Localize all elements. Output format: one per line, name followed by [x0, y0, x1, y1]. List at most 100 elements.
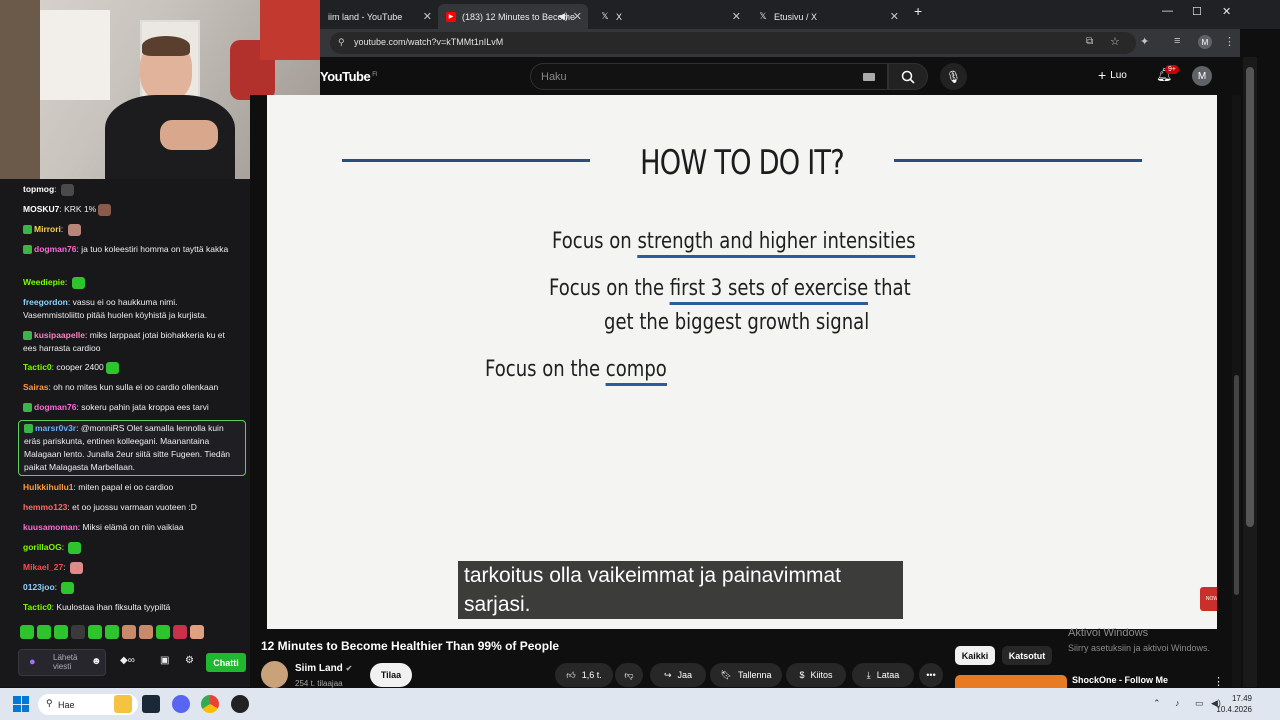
recommendation-menu-icon[interactable]: ⋮ — [1213, 675, 1224, 688]
extensions-icon[interactable]: ✦ — [1140, 35, 1149, 48]
tab-siim-land[interactable]: iim land - YouTube ✕ — [320, 4, 438, 29]
windows-start-icon[interactable] — [13, 696, 29, 712]
chip-watched[interactable]: Katsotut — [1002, 646, 1052, 665]
voice-search-button[interactable]: 🎙︎ — [940, 63, 967, 90]
slide-line-2: Focus on the first 3 sets of exercise th… — [549, 276, 911, 305]
recommendation-thumbnail[interactable] — [955, 675, 1067, 689]
taskbar-clock[interactable]: 17.49 10.4.2026 — [1216, 693, 1252, 715]
close-icon[interactable]: ✕ — [573, 10, 582, 23]
create-button[interactable]: + Luo — [1098, 67, 1127, 83]
obs-icon[interactable] — [231, 695, 249, 713]
share-button[interactable]: ↪ Jaa — [650, 663, 706, 687]
more-actions-button[interactable]: ••• — [919, 663, 943, 687]
chat-message: Sairas: oh no mites kun sulla ei oo card… — [23, 382, 219, 392]
tab-etusivu-x[interactable]: 𝕏 Etusivu / X ✕ — [750, 4, 905, 29]
chat-text: sokeru pahin jata kroppa ees tarvi — [81, 402, 209, 412]
close-icon[interactable]: ✕ — [732, 10, 741, 23]
keyboard-icon[interactable] — [863, 73, 875, 81]
region-code: FI — [372, 71, 377, 78]
youtube-logo[interactable]: YouTube FI — [320, 69, 377, 84]
chat-username[interactable]: marsr0v3r — [35, 423, 76, 433]
chat-text: cooper 2400 — [56, 362, 104, 372]
chat-username[interactable]: Sairas — [23, 382, 49, 392]
tab-current-video[interactable]: ▶ (183) 12 Minutes to Become ◀) ✕ — [438, 4, 588, 29]
chat-username[interactable]: 0123joo — [23, 582, 55, 592]
settings-gear-icon[interactable]: ⚙ — [185, 655, 194, 666]
emote-row[interactable] — [20, 625, 204, 639]
save-button[interactable]: 🔖︎ Tallenna — [710, 663, 782, 687]
recommendation-title[interactable]: ShockOne - Follow Me — [1072, 675, 1168, 685]
chat-username[interactable]: dogman76 — [34, 402, 77, 412]
thumbs-down-icon: 👎︎ — [624, 669, 634, 680]
chat-username[interactable]: kuusamoman — [23, 522, 78, 532]
chip-all[interactable]: Kaikki — [955, 646, 995, 665]
channel-avatar[interactable] — [261, 661, 288, 688]
chat-username[interactable]: topmog — [23, 184, 54, 194]
dislike-button[interactable]: 👎︎ — [615, 663, 643, 687]
chat-send-button[interactable]: Chatti — [206, 653, 246, 672]
subscriber-badge-icon — [23, 403, 32, 413]
speaker-icon[interactable]: ◀) — [558, 11, 568, 22]
file-explorer-icon[interactable] — [114, 695, 132, 713]
account-avatar[interactable]: M — [1192, 66, 1212, 86]
chat-input[interactable]: ● Lähetä viesti ☻ — [18, 649, 106, 676]
window-scrollbar[interactable] — [1243, 57, 1257, 687]
close-icon[interactable]: ✕ — [423, 10, 432, 23]
gift-icon[interactable]: ▣ — [160, 655, 169, 666]
search-button[interactable] — [888, 63, 928, 90]
profile-avatar[interactable]: M — [1198, 35, 1212, 49]
chat-username[interactable]: Weediepie — [23, 277, 65, 287]
page-scrollbar[interactable] — [1232, 95, 1241, 687]
download-button[interactable]: ⤓ Lataa — [852, 663, 914, 687]
chat-message: kusipaapelle: miks larppaat jotai biohak… — [23, 330, 225, 353]
chrome-icon[interactable] — [201, 695, 219, 713]
chat-text: KRK 1% — [64, 204, 97, 214]
site-info-icon[interactable]: ⚲ — [338, 37, 345, 48]
search-input[interactable]: Haku — [530, 63, 888, 90]
discord-icon[interactable] — [172, 695, 190, 713]
emoji-icon[interactable]: ☻ — [91, 656, 102, 667]
new-tab-button[interactable]: + — [914, 3, 922, 19]
chat-message: kuusamoman: Miksi elämä on niin vaikiaa — [23, 522, 184, 532]
maximize-icon[interactable]: ☐ — [1192, 5, 1202, 18]
mic-icon[interactable]: ● — [29, 656, 36, 668]
minimize-icon[interactable]: — — [1162, 5, 1173, 17]
plus-icon: + — [1098, 67, 1107, 83]
network-icon[interactable]: ▭ — [1195, 698, 1204, 709]
close-icon[interactable]: ✕ — [890, 10, 899, 23]
address-bar[interactable]: ⚲ youtube.com/watch?v=kTMMt1nILvM ⧉ ☆ — [330, 32, 1136, 54]
tab-x[interactable]: 𝕏 X ✕ — [592, 4, 747, 29]
chat-username[interactable]: dogman76 — [34, 244, 77, 254]
chat-username[interactable]: Hulkkihullu1 — [23, 482, 74, 492]
video-player[interactable]: HOW TO DO IT? Focus on strength and high… — [267, 95, 1217, 629]
tab-search-icon[interactable]: ≡ — [1174, 35, 1180, 47]
menu-dots-icon[interactable]: ⋮ — [1224, 35, 1235, 48]
taskbar-search-label: Hae — [58, 699, 75, 710]
like-button[interactable]: 👍︎ 1,6 t. — [555, 663, 613, 687]
chat-username[interactable]: freegordon — [23, 297, 68, 307]
window-scrollbar-thumb[interactable] — [1246, 67, 1254, 527]
chat-emote-icon — [61, 581, 75, 594]
bookmark-star-icon[interactable]: ☆ — [1110, 35, 1120, 48]
page-scrollbar-thumb[interactable] — [1234, 375, 1239, 595]
chat-username[interactable]: Mikael_27 — [23, 562, 63, 572]
thanks-label: Kiitos — [810, 670, 833, 680]
tray-chevron-icon[interactable]: ⌃ — [1153, 698, 1161, 709]
steam-icon[interactable] — [142, 695, 160, 713]
chat-username[interactable]: gorillaOG — [23, 542, 62, 552]
chat-username[interactable]: Tactic0 — [23, 602, 52, 612]
channel-watermark[interactable]: NOW — [1200, 587, 1217, 611]
close-window-icon[interactable]: ✕ — [1222, 5, 1231, 18]
mic-tray-icon[interactable]: ♪ — [1175, 698, 1180, 708]
bits-icon[interactable]: ◆∞ — [120, 655, 135, 666]
chat-username[interactable]: Tactic0 — [23, 362, 52, 372]
install-app-icon[interactable]: ⧉ — [1086, 36, 1093, 47]
channel-name[interactable]: Siim Land ✔ — [295, 663, 352, 674]
chat-username[interactable]: MOSKU7 — [23, 204, 59, 214]
chat-username[interactable]: kusipaapelle — [34, 330, 85, 340]
thanks-button[interactable]: $ Kiitos — [786, 663, 846, 687]
chat-username[interactable]: Mirrori — [34, 224, 61, 234]
clock-time: 17.49 — [1231, 694, 1252, 703]
chat-username[interactable]: hemmo123 — [23, 502, 67, 512]
subscribe-button[interactable]: Tilaa — [370, 663, 412, 687]
